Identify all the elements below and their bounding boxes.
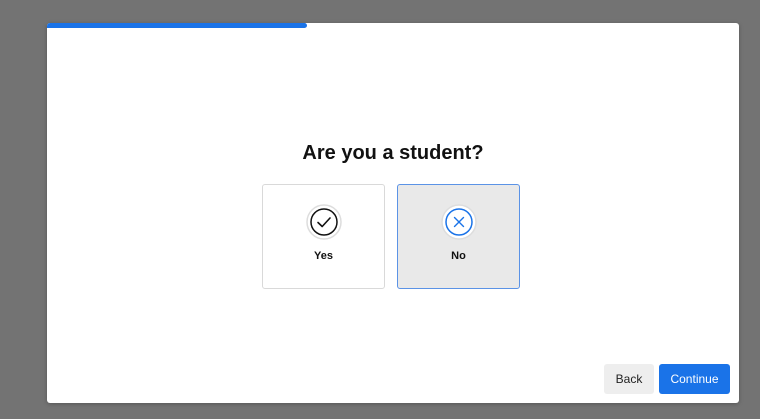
option-yes-label: Yes — [314, 250, 333, 262]
continue-button[interactable]: Continue — [659, 364, 730, 394]
question-title: Are you a student? — [302, 142, 484, 164]
progress-bar-fill — [47, 23, 307, 28]
check-circle-icon — [305, 204, 342, 240]
question-dialog: Are you a student? Yes No Back Continue — [47, 23, 739, 403]
progress-bar — [47, 23, 739, 28]
x-circle-icon — [440, 204, 477, 240]
answer-options: Yes No — [262, 184, 520, 289]
option-no[interactable]: No — [397, 184, 520, 289]
option-no-label: No — [451, 250, 466, 262]
option-yes[interactable]: Yes — [262, 184, 385, 289]
back-button[interactable]: Back — [604, 364, 654, 394]
